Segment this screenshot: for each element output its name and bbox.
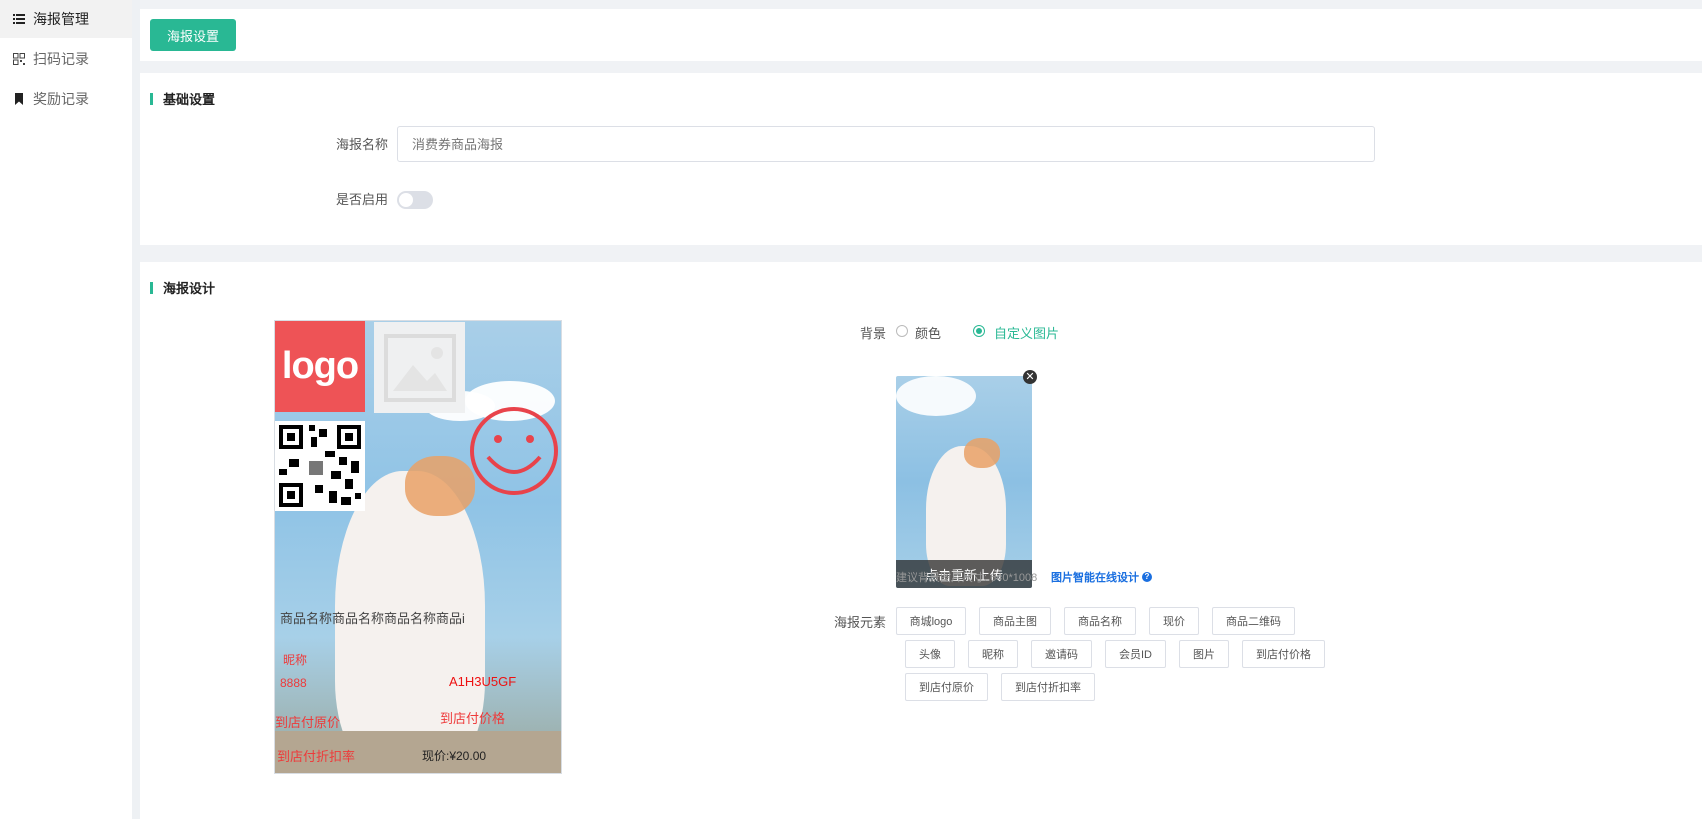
sidebar-item-label: 扫码记录 — [33, 51, 89, 67]
background-label: 背景 — [860, 326, 887, 341]
cloud-shape — [896, 376, 976, 416]
element-tag-store-original-price[interactable]: 到店付原价 — [905, 673, 988, 701]
poster-member-id[interactable]: 8888 — [280, 676, 307, 690]
element-tag-product-image[interactable]: 商品主图 — [979, 607, 1051, 635]
poster-invite-code[interactable]: A1H3U5GF — [449, 674, 516, 689]
poster-current-price[interactable]: 现价:¥20.00 — [422, 747, 486, 764]
toolbar-panel: 海报设置 — [140, 9, 1702, 61]
sidebar-item-label: 奖励记录 — [33, 91, 89, 107]
poster-logo[interactable]: logo — [275, 321, 365, 412]
close-icon[interactable]: ✕ — [1023, 370, 1037, 384]
poster-store-original-price[interactable]: 到店付原价 — [275, 712, 340, 731]
cat-ear-patch — [405, 456, 475, 516]
sidebar-item-scan-records[interactable]: 扫码记录 — [0, 40, 132, 78]
poster-design-panel: 海报设计 logo 商品名称商品名称商品名称商品i 昵称 8888 A1H3U5… — [140, 262, 1702, 819]
image-placeholder-icon — [383, 333, 456, 402]
background-color-radio[interactable] — [896, 325, 908, 337]
basic-settings-panel: 基础设置 海报名称 是否启用 — [140, 73, 1702, 245]
element-tag-nickname[interactable]: 昵称 — [968, 640, 1018, 668]
section-accent-bar — [150, 281, 153, 294]
poster-elements-label: 海报元素 — [834, 615, 887, 630]
qrcode-pattern — [279, 425, 361, 507]
online-design-link-text[interactable]: 图片智能在线设计 — [1051, 569, 1139, 585]
online-design-link[interactable]: 图片智能在线设计 ? — [1051, 569, 1152, 585]
element-tag-avatar[interactable]: 头像 — [905, 640, 955, 668]
sidebar-item-label: 海报管理 — [33, 11, 89, 27]
poster-store-price[interactable]: 到店付价格 — [440, 708, 505, 727]
content-gutter — [132, 0, 140, 819]
poster-store-discount[interactable]: 到店付折扣率 — [277, 746, 355, 765]
enable-toggle[interactable] — [397, 191, 433, 209]
qrcode-icon — [13, 53, 25, 65]
background-color-option[interactable]: 颜色 — [915, 323, 941, 342]
element-tag-store-price[interactable]: 到店付价格 — [1242, 640, 1325, 668]
enable-label: 是否启用 — [335, 192, 388, 207]
section-accent-bar — [150, 92, 153, 105]
bookmark-icon — [15, 93, 23, 105]
sidebar-item-poster-management[interactable]: 海报管理 — [0, 0, 132, 38]
list-icon — [13, 14, 25, 24]
background-custom-image-option[interactable]: 自定义图片 — [994, 323, 1059, 342]
help-icon[interactable]: ? — [1142, 572, 1152, 582]
element-tag-invite-code[interactable]: 邀请码 — [1031, 640, 1092, 668]
sidebar: 海报管理 扫码记录 奖励记录 — [0, 0, 133, 819]
product-qrcode[interactable] — [275, 421, 365, 511]
section-title-text: 海报设计 — [163, 281, 216, 296]
product-image-placeholder[interactable] — [374, 322, 465, 413]
section-title-text: 基础设置 — [163, 92, 216, 107]
element-tag-current-price[interactable]: 现价 — [1149, 607, 1199, 635]
element-tag-store-discount[interactable]: 到店付折扣率 — [1001, 673, 1095, 701]
background-image-thumbnail[interactable]: 点击重新上传 — [896, 376, 1032, 588]
element-tag-image[interactable]: 图片 — [1179, 640, 1229, 668]
poster-name-input[interactable] — [397, 126, 1375, 162]
element-tag-member-id[interactable]: 会员ID — [1105, 640, 1166, 668]
poster-settings-button[interactable]: 海报设置 — [150, 19, 236, 51]
poster-preview: logo 商品名称商品名称商品名称商品i 昵称 8888 A1H3U5GF 到店… — [274, 320, 562, 774]
background-custom-image-radio[interactable] — [973, 325, 985, 337]
poster-product-name[interactable]: 商品名称商品名称商品名称商品i — [280, 608, 465, 627]
poster-nickname[interactable]: 昵称 — [283, 651, 307, 668]
background-size-hint: 建议背景图片尺寸: 640*1008 — [896, 572, 1038, 584]
element-tag-product-name[interactable]: 商品名称 — [1064, 607, 1136, 635]
element-tag-product-qrcode[interactable]: 商品二维码 — [1212, 607, 1295, 635]
cat-ear-patch — [964, 438, 1000, 468]
sidebar-item-reward-records[interactable]: 奖励记录 — [0, 80, 132, 118]
smiley-icon[interactable] — [468, 405, 560, 497]
section-title-basic: 基础设置 — [150, 89, 215, 108]
section-title-design: 海报设计 — [150, 278, 215, 297]
poster-name-label: 海报名称 — [335, 137, 388, 152]
element-tag-mall-logo[interactable]: 商城logo — [896, 607, 966, 635]
